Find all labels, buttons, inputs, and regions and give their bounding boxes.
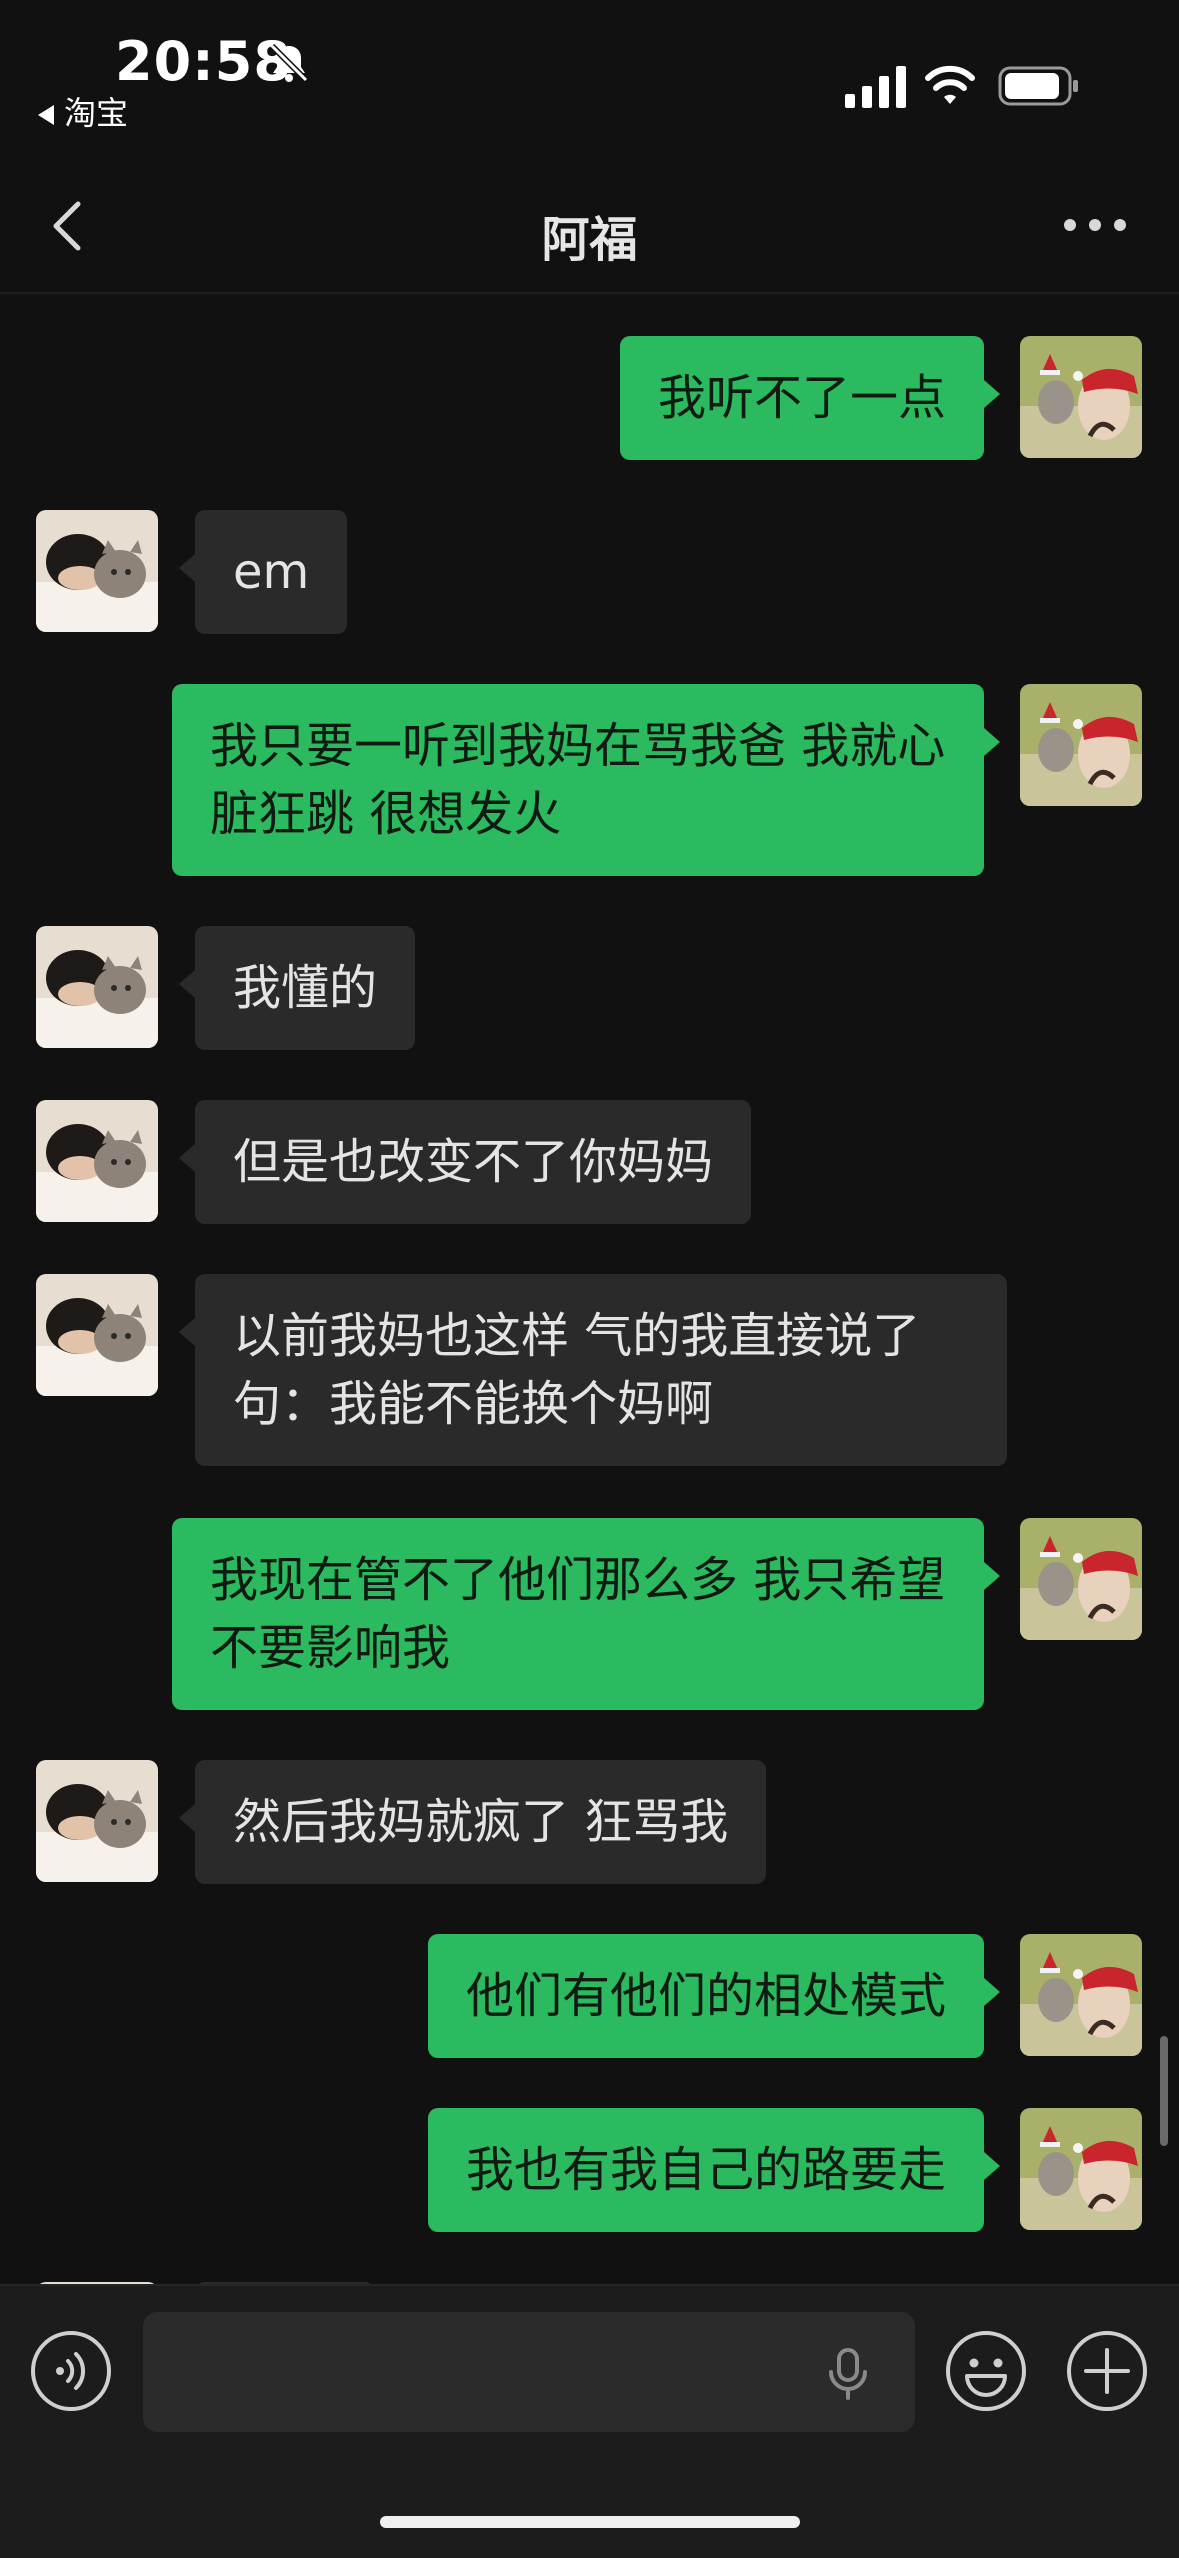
message-bubble-sent[interactable]: 我只要一听到我妈在骂我爸 我就心脏狂跳 很想发火 — [172, 684, 1000, 876]
contact-avatar[interactable] — [36, 1274, 158, 1396]
message-bubble-sent[interactable]: 他们有他们的相处模式 — [427, 1934, 1001, 2058]
message-bubble-sent[interactable]: 我现在管不了他们那么多 我只希望不要影响我 — [172, 1518, 1000, 1710]
status-bar: 20:58 淘宝 — [0, 0, 1179, 160]
message-list[interactable]: 我听不了一点 em 我只要一听到我妈在骂我爸 我就心脏狂跳 很想发火 我懂的 但… — [0, 294, 1179, 2284]
my-avatar[interactable] — [1020, 2108, 1142, 2230]
message-input[interactable] — [143, 2312, 915, 2432]
message-bubble-received[interactable]: 以前我妈也这样 气的我直接说了句：我能不能换个妈啊 — [179, 1274, 1007, 1466]
message-bubble-sent[interactable]: 我听不了一点 — [619, 336, 1001, 460]
message-bubble-received[interactable]: em — [178, 510, 348, 634]
message-bubble-received[interactable]: 我懂的 — [178, 926, 416, 1050]
input-bar — [0, 2284, 1179, 2558]
back-app-label: 淘宝 — [64, 94, 129, 132]
chat-scrollbar[interactable] — [1160, 2036, 1168, 2146]
battery-icon — [998, 66, 1078, 106]
wifi-icon — [925, 65, 975, 104]
contact-avatar[interactable] — [36, 1760, 158, 1882]
microphone-icon[interactable] — [823, 2346, 873, 2402]
home-indicator[interactable] — [380, 2516, 800, 2528]
voice-mode-icon[interactable] — [30, 2330, 112, 2412]
back-to-app-link[interactable]: 淘宝 — [38, 88, 128, 134]
bell-slash-icon — [269, 43, 309, 83]
my-avatar[interactable] — [1020, 684, 1142, 806]
my-avatar[interactable] — [1020, 1934, 1142, 2056]
my-avatar[interactable] — [1020, 336, 1142, 458]
back-triangle-icon — [38, 105, 54, 125]
more-dots-icon[interactable] — [1062, 210, 1128, 240]
contact-avatar[interactable] — [36, 926, 158, 1048]
emoji-icon[interactable] — [945, 2330, 1027, 2412]
my-avatar[interactable] — [1020, 1518, 1142, 1640]
chat-title: 阿福 — [541, 212, 638, 268]
signal-icon — [845, 66, 906, 108]
contact-avatar[interactable] — [36, 1100, 158, 1222]
message-bubble-sent[interactable]: 我也有我自己的路要走 — [427, 2108, 1001, 2232]
message-bubble-received[interactable]: 然后我妈就疯了 狂骂我 — [178, 1760, 767, 1884]
plus-icon[interactable] — [1066, 2330, 1148, 2412]
contact-avatar[interactable] — [36, 510, 158, 632]
message-bubble-received[interactable]: 但是也改变不了你妈妈 — [178, 1100, 752, 1224]
chat-header: 阿福 — [0, 160, 1179, 294]
